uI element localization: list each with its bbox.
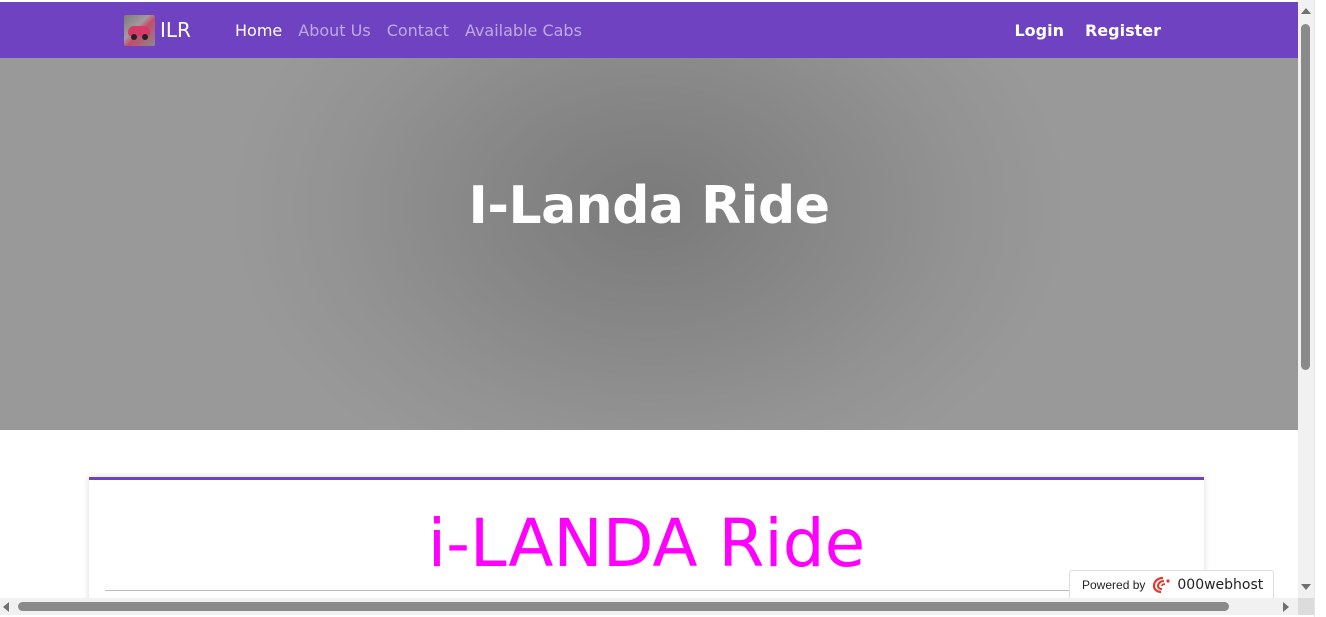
powered-by-label: Powered by bbox=[1082, 578, 1146, 592]
navbar: ILR Home About Us Contact Available Cabs… bbox=[0, 2, 1298, 58]
vertical-scroll-thumb[interactable] bbox=[1301, 24, 1310, 370]
brand-text: ILR bbox=[160, 18, 191, 42]
scroll-right-arrow-icon[interactable] bbox=[1283, 602, 1289, 612]
scrollbar-corner bbox=[1298, 598, 1314, 615]
nav-links: Home About Us Contact Available Cabs bbox=[235, 2, 598, 58]
page-viewport: ILR Home About Us Contact Available Cabs… bbox=[0, 0, 1298, 598]
powered-by-brand: 000webhost bbox=[1177, 577, 1264, 593]
card-divider bbox=[105, 590, 1188, 591]
000webhost-logo-icon bbox=[1153, 576, 1170, 594]
scroll-down-arrow-icon[interactable] bbox=[1301, 584, 1311, 590]
nav-contact[interactable]: Contact bbox=[387, 21, 449, 40]
vertical-scrollbar[interactable] bbox=[1298, 0, 1314, 598]
horizontal-scroll-thumb[interactable] bbox=[18, 602, 1229, 611]
window-edge bbox=[1314, 0, 1326, 617]
scroll-left-arrow-icon[interactable] bbox=[3, 602, 9, 612]
brand-link[interactable]: ILR bbox=[124, 14, 191, 46]
horizontal-scrollbar[interactable] bbox=[0, 598, 1298, 615]
nav-home[interactable]: Home bbox=[235, 21, 282, 40]
nav-auth: Login Register bbox=[993, 2, 1161, 58]
car-logo-icon bbox=[124, 14, 155, 46]
register-link[interactable]: Register bbox=[1085, 21, 1161, 40]
card-title: i-LANDA Ride bbox=[427, 505, 866, 582]
nav-available-cabs[interactable]: Available Cabs bbox=[465, 21, 582, 40]
nav-about-us[interactable]: About Us bbox=[298, 21, 370, 40]
hero-title: I-Landa Ride bbox=[468, 176, 830, 236]
scroll-up-arrow-icon[interactable] bbox=[1301, 8, 1311, 14]
intro-card: i-LANDA Ride bbox=[89, 477, 1204, 598]
hero-banner: I-Landa Ride bbox=[0, 58, 1298, 430]
login-link[interactable]: Login bbox=[1014, 21, 1064, 40]
powered-by-badge[interactable]: Powered by 000webhost bbox=[1069, 570, 1274, 600]
